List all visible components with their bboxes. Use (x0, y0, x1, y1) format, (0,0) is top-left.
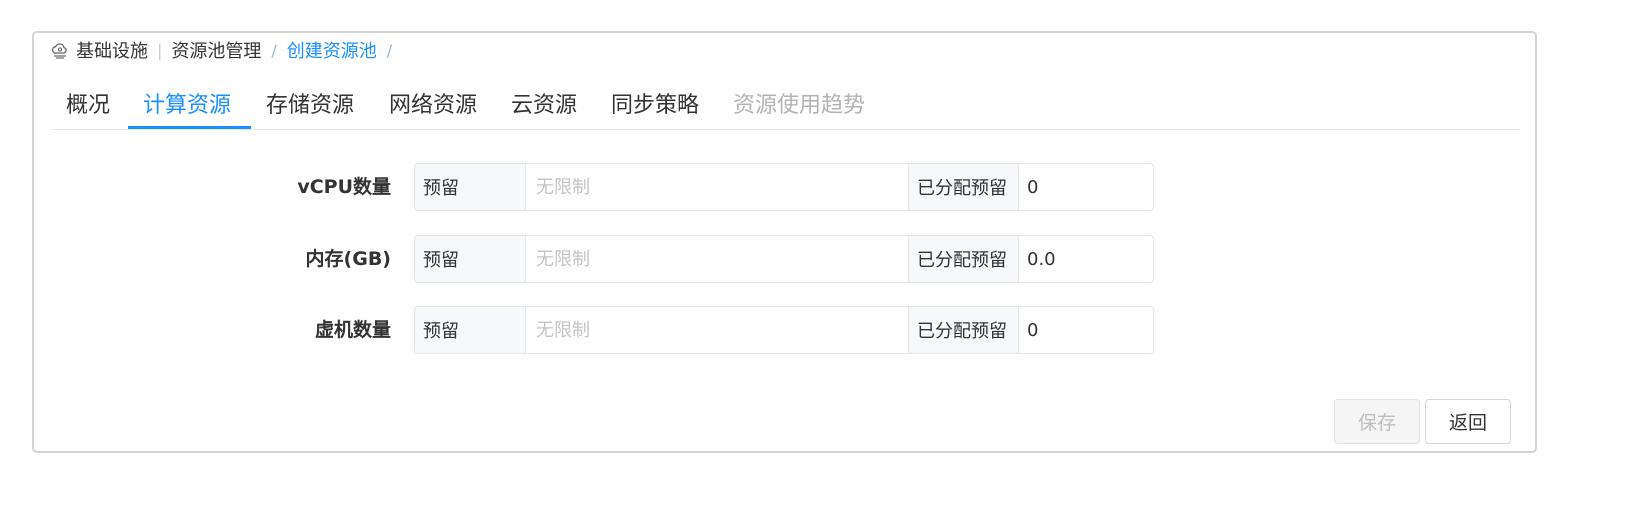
memory-input-group: 预留 已分配预留 0.0 (414, 235, 1154, 283)
vm-count-input-group: 预留 已分配预留 0 (414, 306, 1154, 354)
form-row-vm-count: 虚机数量 预留 已分配预留 0 (34, 306, 1164, 356)
tab-compute-resources[interactable]: 计算资源 (143, 87, 231, 119)
memory-allocated-value: 0.0 (1027, 248, 1056, 270)
tab-bar: 概况 计算资源 存储资源 网络资源 云资源 同步策略 资源使用趋势 (50, 83, 1520, 130)
form-row-memory: 内存(GB) 预留 已分配预留 0.0 (34, 235, 1164, 285)
cloud-icon (50, 40, 70, 60)
breadcrumb-item-infrastructure[interactable]: 基础设施 (76, 37, 148, 63)
tab-resource-usage-trend: 资源使用趋势 (733, 93, 866, 118)
vcpu-reserve-input[interactable] (526, 164, 908, 210)
save-button[interactable]: 保存 (1334, 399, 1420, 444)
memory-label: 内存(GB) (305, 248, 391, 270)
allocated-reserve-addon: 已分配预留 (908, 164, 1019, 210)
reserve-addon: 预留 (415, 164, 526, 210)
vm-count-label: 虚机数量 (314, 319, 391, 341)
allocated-reserve-addon: 已分配预留 (908, 236, 1019, 282)
tab-overview[interactable]: 概况 (66, 87, 110, 119)
reserve-addon: 预留 (415, 307, 526, 353)
vm-count-reserve-input[interactable] (526, 307, 908, 353)
tab-cloud-resources[interactable]: 云资源 (511, 87, 577, 119)
breadcrumb-separator: / (271, 40, 277, 60)
allocated-reserve-addon: 已分配预留 (908, 307, 1019, 353)
tab-network-resources[interactable]: 网络资源 (389, 87, 477, 119)
form-row-vcpu: vCPU数量 预留 已分配预留 0 (34, 163, 1164, 213)
vcpu-count-label: vCPU数量 (297, 176, 391, 198)
vcpu-input-group: 预留 已分配预留 0 (414, 163, 1154, 211)
breadcrumb-item-create-resource-pool[interactable]: 创建资源池 (287, 37, 377, 63)
active-tab-indicator (128, 126, 251, 129)
breadcrumb: 基础设施 | 资源池管理 / 创建资源池 / (50, 37, 402, 63)
memory-reserve-input[interactable] (526, 236, 908, 282)
tab-sync-policy[interactable]: 同步策略 (611, 87, 699, 119)
reserve-addon: 预留 (415, 236, 526, 282)
vcpu-allocated-value: 0 (1027, 176, 1039, 198)
back-button[interactable]: 返回 (1425, 399, 1511, 444)
resource-pool-card: 基础设施 | 资源池管理 / 创建资源池 / 概况 计算资源 存储资源 网络资源… (32, 31, 1537, 453)
tab-storage-resources[interactable]: 存储资源 (266, 87, 354, 119)
vm-count-allocated-value: 0 (1027, 319, 1039, 341)
breadcrumb-item-resource-pool-management[interactable]: 资源池管理 (171, 37, 261, 63)
breadcrumb-divider: | (157, 40, 163, 60)
breadcrumb-separator: / (386, 40, 393, 60)
